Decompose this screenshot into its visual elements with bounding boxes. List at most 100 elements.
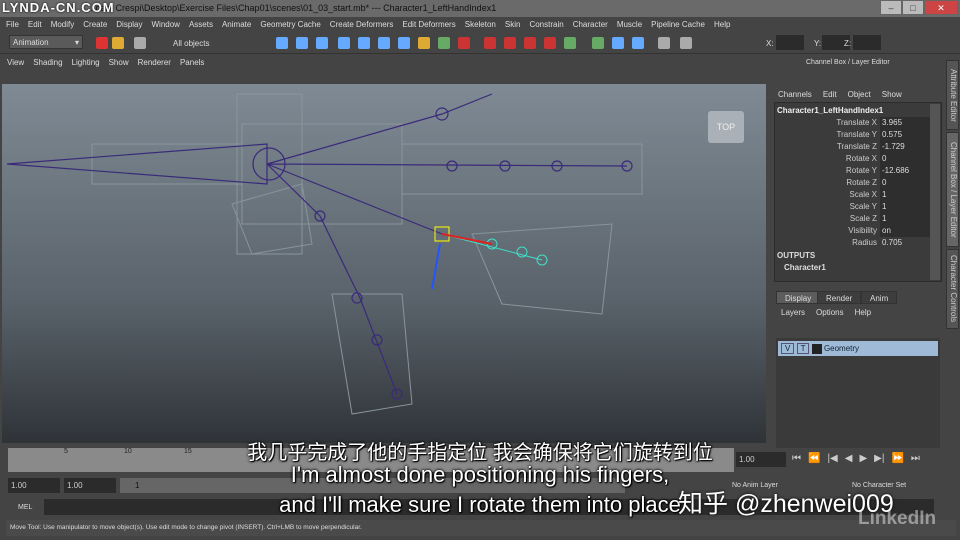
shelf-tool-icon[interactable] [418, 37, 430, 49]
channel-menu-edit[interactable]: Edit [823, 90, 837, 99]
layer-template-toggle[interactable]: T [796, 343, 810, 354]
watermark: LYNDA-CN.COM [2, 0, 115, 15]
view-cube[interactable]: TOP [708, 111, 744, 143]
menu-help[interactable]: Help [714, 17, 730, 32]
channel-row[interactable]: Translate Z -1.729 [776, 141, 930, 153]
channel-value[interactable]: 0 [880, 177, 930, 189]
channel-scrollbar[interactable] [930, 104, 940, 280]
viewport-menu-panels[interactable]: Panels [180, 57, 204, 69]
channel-row[interactable]: Translate X 3.965 [776, 117, 930, 129]
selection-mask[interactable]: All objects [173, 39, 209, 48]
maximize-button[interactable]: □ [902, 0, 924, 15]
shelf-tool-icon[interactable] [134, 37, 146, 49]
channel-value[interactable]: -12.686 [880, 165, 930, 177]
menu-modify[interactable]: Modify [51, 17, 75, 32]
channel-value[interactable]: 0.705 [880, 237, 930, 249]
channel-value[interactable]: 1 [880, 201, 930, 213]
menu-skeleton[interactable]: Skeleton [465, 17, 496, 32]
shelf-tool-icon[interactable] [378, 37, 390, 49]
menu-animate[interactable]: Animate [222, 17, 251, 32]
tab-attribute-editor[interactable]: Attribute Editor [946, 60, 959, 130]
channel-label: Translate Z [836, 142, 877, 151]
menu-assets[interactable]: Assets [189, 17, 213, 32]
shelf-tool-icon[interactable] [524, 37, 536, 49]
output-item[interactable]: Character1 [784, 263, 826, 272]
shelf-tool-icon[interactable] [316, 37, 328, 49]
viewport-menu-renderer[interactable]: Renderer [138, 57, 171, 69]
menu-create-deformers[interactable]: Create Deformers [330, 17, 394, 32]
channel-row[interactable]: Scale X1 [776, 189, 930, 201]
menu-help[interactable]: Help [855, 308, 871, 317]
shelf-tool-icon[interactable] [658, 37, 670, 49]
menu-character[interactable]: Character [573, 17, 608, 32]
x-field[interactable] [776, 35, 804, 50]
shelf-tool-icon[interactable] [458, 37, 470, 49]
layer-row-geometry[interactable]: V T Geometry [778, 341, 938, 356]
channel-value[interactable]: 0 [880, 153, 930, 165]
tab-character-controls[interactable]: Character Controls [946, 249, 959, 329]
menu-window[interactable]: Window [152, 17, 180, 32]
shelf-tool-icon[interactable] [504, 37, 516, 49]
menu-create[interactable]: Create [83, 17, 107, 32]
layer-color-swatch[interactable] [811, 343, 822, 354]
menu-display[interactable]: Display [116, 17, 142, 32]
viewport-3d[interactable] [2, 84, 766, 443]
channel-menu-channels[interactable]: Channels [778, 90, 812, 99]
menu-pipeline-cache[interactable]: Pipeline Cache [651, 17, 705, 32]
menu-file[interactable]: File [6, 17, 19, 32]
shelf-tool-icon[interactable] [96, 37, 108, 49]
shelf-tool-icon[interactable] [484, 37, 496, 49]
tab-render[interactable]: Render [817, 291, 862, 304]
tab-display[interactable]: Display [776, 291, 821, 304]
shelf-tool-icon[interactable] [592, 37, 604, 49]
shelf-tool-icon[interactable] [276, 37, 288, 49]
tab-channel-box[interactable]: Channel Box / Layer Editor [946, 132, 959, 247]
shelf-tool-icon[interactable] [564, 37, 576, 49]
viewport-menu-view[interactable]: View [7, 57, 24, 69]
shelf-tool-icon[interactable] [632, 37, 644, 49]
shelf-tool-icon[interactable] [680, 37, 692, 49]
channel-row[interactable]: Rotate X0 [776, 153, 930, 165]
channel-row-radius[interactable]: Radius 0.705 [776, 237, 930, 249]
menu-constrain[interactable]: Constrain [529, 17, 563, 32]
channel-row[interactable]: Rotate Y -12.686 [776, 165, 930, 177]
shelf-tool-icon[interactable] [398, 37, 410, 49]
layer-visibility-toggle[interactable]: V [781, 343, 795, 354]
shelf-tool-icon[interactable] [338, 37, 350, 49]
channel-value[interactable]: 1 [880, 189, 930, 201]
menu-skin[interactable]: Skin [505, 17, 521, 32]
channel-row[interactable]: Scale Z1 [776, 213, 930, 225]
shelf-tool-icon[interactable] [612, 37, 624, 49]
mode-selector[interactable]: Animation ▾ [9, 35, 83, 49]
channel-value[interactable]: 1 [880, 213, 930, 225]
shelf-tool-icon[interactable] [112, 37, 124, 49]
channel-row[interactable]: Rotate Z0 [776, 177, 930, 189]
viewport-menu-shading[interactable]: Shading [33, 57, 62, 69]
channel-row[interactable]: Visibility on [776, 225, 930, 237]
minimize-button[interactable]: – [880, 0, 902, 15]
z-field[interactable] [853, 35, 881, 50]
channel-menu-object[interactable]: Object [848, 90, 871, 99]
close-button[interactable]: ✕ [924, 0, 958, 15]
menu-layers[interactable]: Layers [781, 308, 805, 317]
channel-value[interactable]: 3.965 [880, 117, 930, 129]
channel-value[interactable]: 0.575 [880, 129, 930, 141]
channel-menu-show[interactable]: Show [882, 90, 902, 99]
channel-value[interactable]: on [880, 225, 930, 237]
menu-edit-deformers[interactable]: Edit Deformers [402, 17, 455, 32]
channel-row[interactable]: Scale Y1 [776, 201, 930, 213]
shelf-tool-icon[interactable] [438, 37, 450, 49]
shelf-tool-icon[interactable] [296, 37, 308, 49]
menu-options[interactable]: Options [816, 308, 844, 317]
menu-geometry-cache[interactable]: Geometry Cache [260, 17, 320, 32]
channel-value[interactable]: -1.729 [880, 141, 930, 153]
subtitle-chinese: 我几乎完成了他的手指定位 我会确保将它们旋转到位 [247, 442, 713, 464]
tab-anim[interactable]: Anim [861, 291, 898, 304]
shelf-tool-icon[interactable] [544, 37, 556, 49]
shelf-tool-icon[interactable] [358, 37, 370, 49]
viewport-menu-show[interactable]: Show [109, 57, 129, 69]
menu-muscle[interactable]: Muscle [617, 17, 642, 32]
menu-edit[interactable]: Edit [28, 17, 42, 32]
viewport-menu-lighting[interactable]: Lighting [72, 57, 100, 69]
channel-row[interactable]: Translate Y 0.575 [776, 129, 930, 141]
